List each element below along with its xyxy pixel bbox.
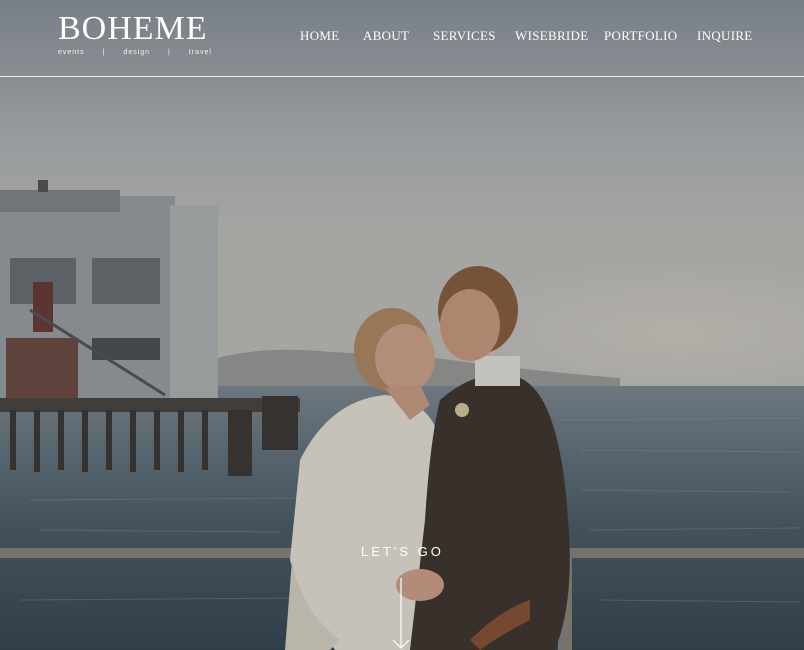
nav-services[interactable]: SERVICES (433, 28, 496, 44)
nav-inquire[interactable]: INQUIRE (697, 28, 753, 44)
nav-home[interactable]: HOME (300, 28, 339, 44)
arrow-down-icon[interactable] (391, 578, 411, 650)
nav-wisebride[interactable]: WISEBRIDE (515, 28, 588, 44)
brand-logo[interactable]: BOHEME events | design | travel (58, 9, 218, 56)
tagline-events: events (58, 49, 85, 56)
site-header: BOHEME events | design | travel HOME ABO… (0, 0, 804, 77)
brand-name: BOHEME (58, 10, 208, 47)
nav-about[interactable]: ABOUT (363, 28, 409, 44)
brand-tagline: events | design | travel (58, 49, 212, 56)
tagline-travel: travel (188, 49, 212, 56)
tagline-design: design (123, 49, 151, 56)
tagline-divider: | (168, 49, 171, 56)
nav-portfolio[interactable]: PORTFOLIO (604, 28, 677, 44)
tagline-divider: | (102, 49, 106, 56)
lets-go-button[interactable]: LET'S GO (361, 544, 444, 559)
